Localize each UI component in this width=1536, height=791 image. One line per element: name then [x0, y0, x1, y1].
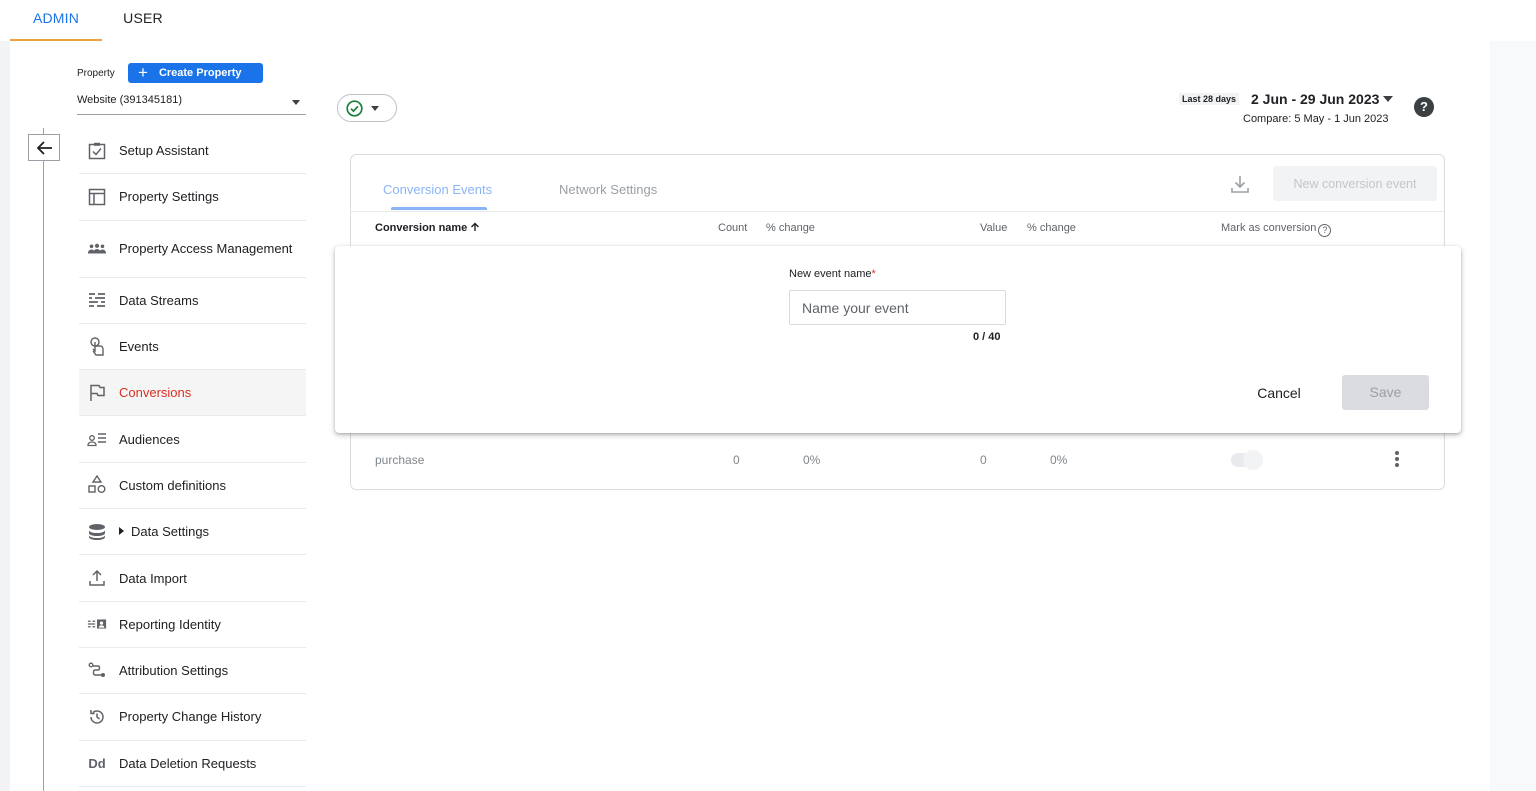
- create-property-label: Create Property: [158, 67, 242, 79]
- checklist-icon: [87, 141, 107, 161]
- window-icon: [87, 187, 107, 207]
- caret-down-icon: [292, 100, 300, 105]
- audience-icon: [87, 429, 107, 449]
- sidebar-nav: Setup Assistant Property Settings Proper…: [79, 128, 306, 787]
- sidebar-item-label: Events: [119, 339, 159, 355]
- date-range-badge: Last 28 days: [1179, 93, 1240, 105]
- sidebar-divider: [43, 128, 44, 791]
- flag-icon: [87, 383, 107, 403]
- tab-admin[interactable]: ADMIN: [10, 0, 102, 41]
- sidebar-item-label: Data Deletion Requests: [119, 755, 257, 771]
- sidebar-item-data-deletion-requests[interactable]: Dd Data Deletion Requests: [79, 741, 306, 787]
- column-header-name[interactable]: Conversion name: [375, 222, 480, 234]
- arrow-left-icon: [36, 140, 52, 155]
- question-circle-icon[interactable]: ?: [1318, 224, 1332, 237]
- sidebar-item-data-import[interactable]: Data Import: [79, 555, 306, 602]
- column-header-count-change: % change: [766, 222, 815, 234]
- sidebar-item-events[interactable]: Events: [79, 324, 306, 371]
- column-header-count: Count: [718, 222, 748, 234]
- sidebar-item-data-settings[interactable]: Data Settings: [79, 509, 306, 556]
- cancel-button[interactable]: Cancel: [1245, 376, 1313, 410]
- check-circle-icon: [346, 99, 363, 117]
- caret-down-icon: [371, 105, 379, 111]
- new-event-name-input[interactable]: [789, 290, 1006, 325]
- column-header-mark-as-conversion: Mark as conversion?: [1221, 222, 1332, 237]
- right-gutter: [1490, 41, 1536, 791]
- plus-icon: +: [138, 63, 148, 82]
- more-vert-icon[interactable]: [1391, 449, 1403, 471]
- expand-triangle-icon: [119, 527, 124, 536]
- tab-conversion-events[interactable]: Conversion Events: [383, 182, 492, 197]
- date-range-label[interactable]: 2 Jun - 29 Jun 2023: [1251, 91, 1379, 107]
- sidebar-item-label: Data Settings: [131, 524, 210, 540]
- date-caret-down-icon[interactable]: [1383, 96, 1393, 102]
- database-icon: [87, 522, 107, 542]
- sidebar-item-property-access-management[interactable]: Property Access Management: [79, 221, 306, 278]
- sidebar-item-label: Property Settings: [119, 189, 219, 205]
- upload-icon: [87, 568, 107, 588]
- sidebar-item-label: Attribution Settings: [119, 663, 229, 679]
- tab-network-settings[interactable]: Network Settings: [559, 182, 657, 197]
- new-event-dialog: New event name* 0 / 40 Cancel Save: [335, 246, 1461, 433]
- table-row: purchase 0 0% 0 0%: [351, 443, 1444, 490]
- sidebar-item-label: Reporting Identity: [119, 616, 221, 632]
- sidebar-item-custom-definitions[interactable]: Custom definitions: [79, 463, 306, 510]
- help-icon[interactable]: ?: [1414, 97, 1434, 117]
- character-counter: 0 / 40: [973, 331, 1001, 343]
- property-select[interactable]: Website (391345181): [77, 94, 306, 115]
- new-event-name-label: New event name*: [789, 268, 876, 280]
- sidebar-item-label: Data Import: [119, 570, 187, 586]
- download-icon[interactable]: [1229, 173, 1251, 195]
- cell-value: 0: [980, 453, 987, 467]
- sidebar-item-label: Property Access Management: [119, 241, 293, 257]
- touch-icon: [87, 336, 107, 357]
- dd-icon: Dd: [88, 755, 106, 771]
- sidebar-item-property-settings[interactable]: Property Settings: [79, 174, 306, 221]
- active-tab-indicator: [391, 207, 487, 210]
- identity-icon: [87, 614, 107, 634]
- property-selected-value: Website (391345181): [77, 94, 182, 106]
- tab-user[interactable]: USER: [102, 0, 184, 41]
- shapes-icon: [87, 475, 107, 495]
- cell-conversion-name: purchase: [375, 453, 425, 467]
- status-filter-chip[interactable]: [337, 94, 397, 122]
- new-conversion-event-button[interactable]: New conversion event: [1273, 166, 1437, 201]
- toggle-knob: [1243, 450, 1263, 470]
- sidebar-item-setup-assistant[interactable]: Setup Assistant: [79, 128, 306, 175]
- save-button[interactable]: Save: [1342, 375, 1429, 410]
- people-icon: [87, 239, 107, 259]
- streams-icon: [87, 290, 107, 310]
- sidebar-item-audiences[interactable]: Audiences: [79, 416, 306, 463]
- sidebar-item-reporting-identity[interactable]: Reporting Identity: [79, 602, 306, 648]
- card-divider: [351, 211, 1444, 212]
- sidebar-item-conversions[interactable]: Conversions: [79, 370, 306, 417]
- sidebar-item-label: Custom definitions: [119, 477, 226, 493]
- sidebar-item-attribution-settings[interactable]: Attribution Settings: [79, 648, 306, 695]
- top-bar: ADMIN USER: [0, 0, 1536, 41]
- sidebar-item-label: Setup Assistant: [119, 143, 209, 159]
- sidebar-item-label: Audiences: [119, 431, 180, 447]
- property-label: Property: [77, 68, 115, 79]
- sidebar-item-data-streams[interactable]: Data Streams: [79, 278, 306, 324]
- date-compare-label: Compare: 5 May - 1 Jun 2023: [1243, 113, 1389, 125]
- column-header-value: Value: [980, 222, 1008, 234]
- sidebar-item-label: Property Change History: [119, 709, 262, 725]
- cell-count: 0: [733, 453, 740, 467]
- back-button[interactable]: [28, 134, 60, 161]
- cell-count-change: 0%: [803, 453, 821, 467]
- history-icon: [87, 707, 107, 727]
- arrow-up-icon: [471, 222, 480, 231]
- sidebar-item-label: Data Streams: [119, 292, 199, 308]
- create-property-button[interactable]: + Create Property: [128, 63, 263, 83]
- column-header-value-change: % change: [1027, 222, 1076, 234]
- mark-as-conversion-toggle[interactable]: [1231, 450, 1263, 470]
- sidebar-item-label: Conversions: [119, 385, 192, 401]
- attribution-icon: [87, 661, 107, 681]
- sidebar-item-property-change-history[interactable]: Property Change History: [79, 694, 306, 741]
- cell-value-change: 0%: [1050, 453, 1068, 467]
